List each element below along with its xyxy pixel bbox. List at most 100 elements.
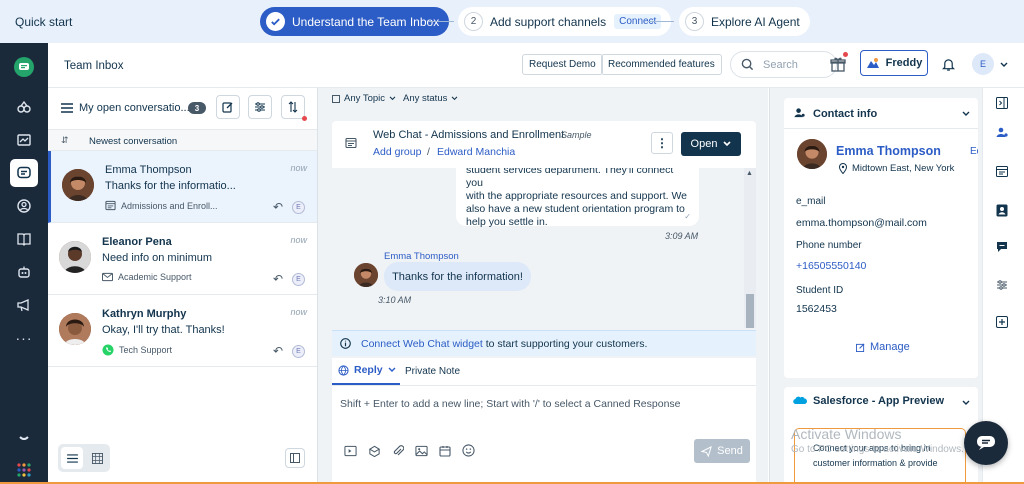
canned-response-icon[interactable] — [344, 445, 357, 457]
solution-article-icon[interactable] — [368, 445, 381, 457]
edit-contact-link[interactable]: Ed — [970, 146, 978, 157]
freddy-icon — [866, 57, 880, 69]
collapse-nav-icon[interactable] — [10, 425, 38, 453]
more-options-icon[interactable]: ⋮ — [651, 132, 673, 154]
connect-widget-link[interactable]: Connect Web Chat widget — [361, 338, 483, 350]
contact-avatar — [59, 241, 91, 273]
check-icon — [266, 12, 285, 31]
more-nav-icon[interactable]: ··· — [10, 324, 38, 352]
assigned-agent[interactable]: Edward Manchia — [437, 146, 515, 158]
emoji-icon[interactable] — [462, 444, 475, 457]
contact-name[interactable]: Emma Thompson — [836, 144, 941, 158]
collapse-sidebar-icon[interactable] — [993, 94, 1011, 112]
timestamp: now — [290, 235, 307, 245]
request-demo-button[interactable]: Request Demo — [522, 54, 603, 75]
globe-icon — [338, 364, 349, 376]
profile-card-icon[interactable] — [993, 201, 1011, 219]
step-label: Understand the Team Inbox — [292, 14, 440, 29]
left-navigation: ··· — [0, 43, 48, 484]
inbox-nav-icon[interactable] — [10, 159, 38, 187]
bot-nav-icon[interactable] — [10, 258, 38, 286]
gift-icon[interactable] — [829, 52, 848, 76]
private-note-tab[interactable]: Private Note — [405, 366, 460, 377]
list-view-icon[interactable] — [61, 447, 83, 469]
step-add-support-channels[interactable]: 2 Add support channels Connect — [458, 7, 672, 36]
conversation-item-kathryn[interactable]: Kathryn Murphy Okay, I'll try that. Than… — [48, 295, 317, 367]
image-icon[interactable] — [415, 445, 428, 457]
table-view-icon[interactable] — [86, 447, 108, 469]
sort-button[interactable] — [281, 95, 307, 121]
scrollbar-thumb[interactable] — [746, 294, 754, 328]
scroll-up-icon[interactable]: ▲ — [746, 170, 753, 177]
quick-start-title: Quick start — [15, 15, 73, 29]
last-message: Need info on minimum — [102, 252, 213, 264]
topic-label: Any Topic — [344, 93, 386, 104]
group-name: Tech Support — [119, 345, 173, 355]
sort-arrows-icon[interactable]: ⇵ — [61, 135, 69, 146]
timeline-icon[interactable] — [993, 162, 1011, 180]
filter-button[interactable] — [248, 95, 272, 119]
contacts-nav-icon[interactable] — [10, 192, 38, 220]
conversation-pane: Any Topic Any status Web Chat - Admissio… — [318, 88, 768, 484]
collapse-panel-icon[interactable] — [285, 448, 305, 468]
bell-icon[interactable] — [941, 57, 956, 75]
card-divider — [784, 128, 978, 129]
conversation-item-eleanor[interactable]: Eleanor Pena Need info on minimum Academ… — [48, 223, 317, 295]
view-count-badge: 3 — [188, 102, 206, 114]
status-filter[interactable]: Any status — [403, 93, 458, 104]
message-scrollbar[interactable]: ▲ — [744, 168, 756, 328]
ai-agent-nav-icon[interactable] — [10, 93, 38, 121]
apps-grid-icon[interactable] — [10, 456, 38, 484]
freddy-button[interactable]: Freddy — [860, 50, 928, 76]
calendar-icon[interactable] — [439, 445, 451, 457]
help-chat-button[interactable] — [964, 421, 1008, 465]
chevron-down-icon[interactable] — [962, 397, 970, 409]
knowledge-base-nav-icon[interactable] — [10, 225, 38, 253]
attachment-icon[interactable] — [392, 444, 404, 457]
sort-label[interactable]: Newest conversation — [89, 136, 177, 147]
connect-banner-text: to start supporting your customers. — [482, 337, 648, 350]
step-explore-ai-agent[interactable]: 3 Explore AI Agent — [679, 7, 810, 36]
recommended-features-button[interactable]: Recommended features — [601, 54, 722, 75]
phone-value[interactable]: +16505550140 — [796, 260, 866, 272]
reply-arrow-icon: ↶ — [272, 200, 283, 214]
app-logo[interactable] — [14, 57, 34, 77]
search-box[interactable]: Search — [730, 51, 837, 78]
user-avatar[interactable]: E — [972, 53, 994, 75]
contact-details-icon[interactable] — [993, 123, 1011, 141]
chevron-down-icon — [723, 141, 732, 147]
student-id-value: 1562453 — [796, 303, 837, 315]
sort-indicator-dot — [302, 116, 307, 121]
menu-icon[interactable] — [61, 103, 73, 116]
step-understand-team-inbox[interactable]: Understand the Team Inbox — [260, 7, 450, 36]
read-check-icon: ✓ — [684, 212, 691, 221]
contact-avatar — [59, 313, 91, 345]
view-toggle — [58, 444, 110, 472]
step-label: Explore AI Agent — [711, 14, 800, 29]
ticket-title: Web Chat - Admissions and Enrollment — [373, 129, 565, 141]
compose-button[interactable] — [216, 95, 240, 119]
reply-input[interactable]: Shift + Enter to add a new line; Start w… — [340, 398, 748, 410]
message-line: student services department. They'll con… — [466, 168, 674, 189]
group-name: Academic Support — [118, 272, 192, 282]
send-button[interactable]: Send — [694, 439, 750, 463]
chat-bubble-icon[interactable] — [993, 238, 1011, 256]
add-group-link[interactable]: Add group — [373, 146, 421, 158]
sort-icon — [287, 101, 299, 113]
chevron-down-icon[interactable] — [962, 108, 970, 120]
view-selector[interactable]: My open conversatio... — [79, 102, 190, 114]
conversation-item-emma[interactable]: Emma Thompson Thanks for the informatio.… — [48, 151, 317, 223]
status-open-button[interactable]: Open — [681, 132, 741, 156]
agent-avatar: E — [292, 273, 305, 286]
chevron-down-icon[interactable] — [1000, 59, 1008, 71]
reply-tab[interactable]: Reply — [338, 364, 396, 376]
dashboard-nav-icon[interactable] — [10, 126, 38, 154]
topic-filter[interactable]: Any Topic — [332, 93, 396, 104]
sender-name: Emma Thompson — [384, 251, 459, 262]
salesforce-text: customer information & provide — [813, 458, 938, 468]
manage-link[interactable]: Manage — [856, 341, 910, 353]
settings-sliders-icon[interactable] — [993, 276, 1011, 294]
add-app-icon[interactable] — [993, 313, 1011, 331]
agent-message-time: 3:09 AM — [665, 231, 699, 241]
campaigns-nav-icon[interactable] — [10, 291, 38, 319]
